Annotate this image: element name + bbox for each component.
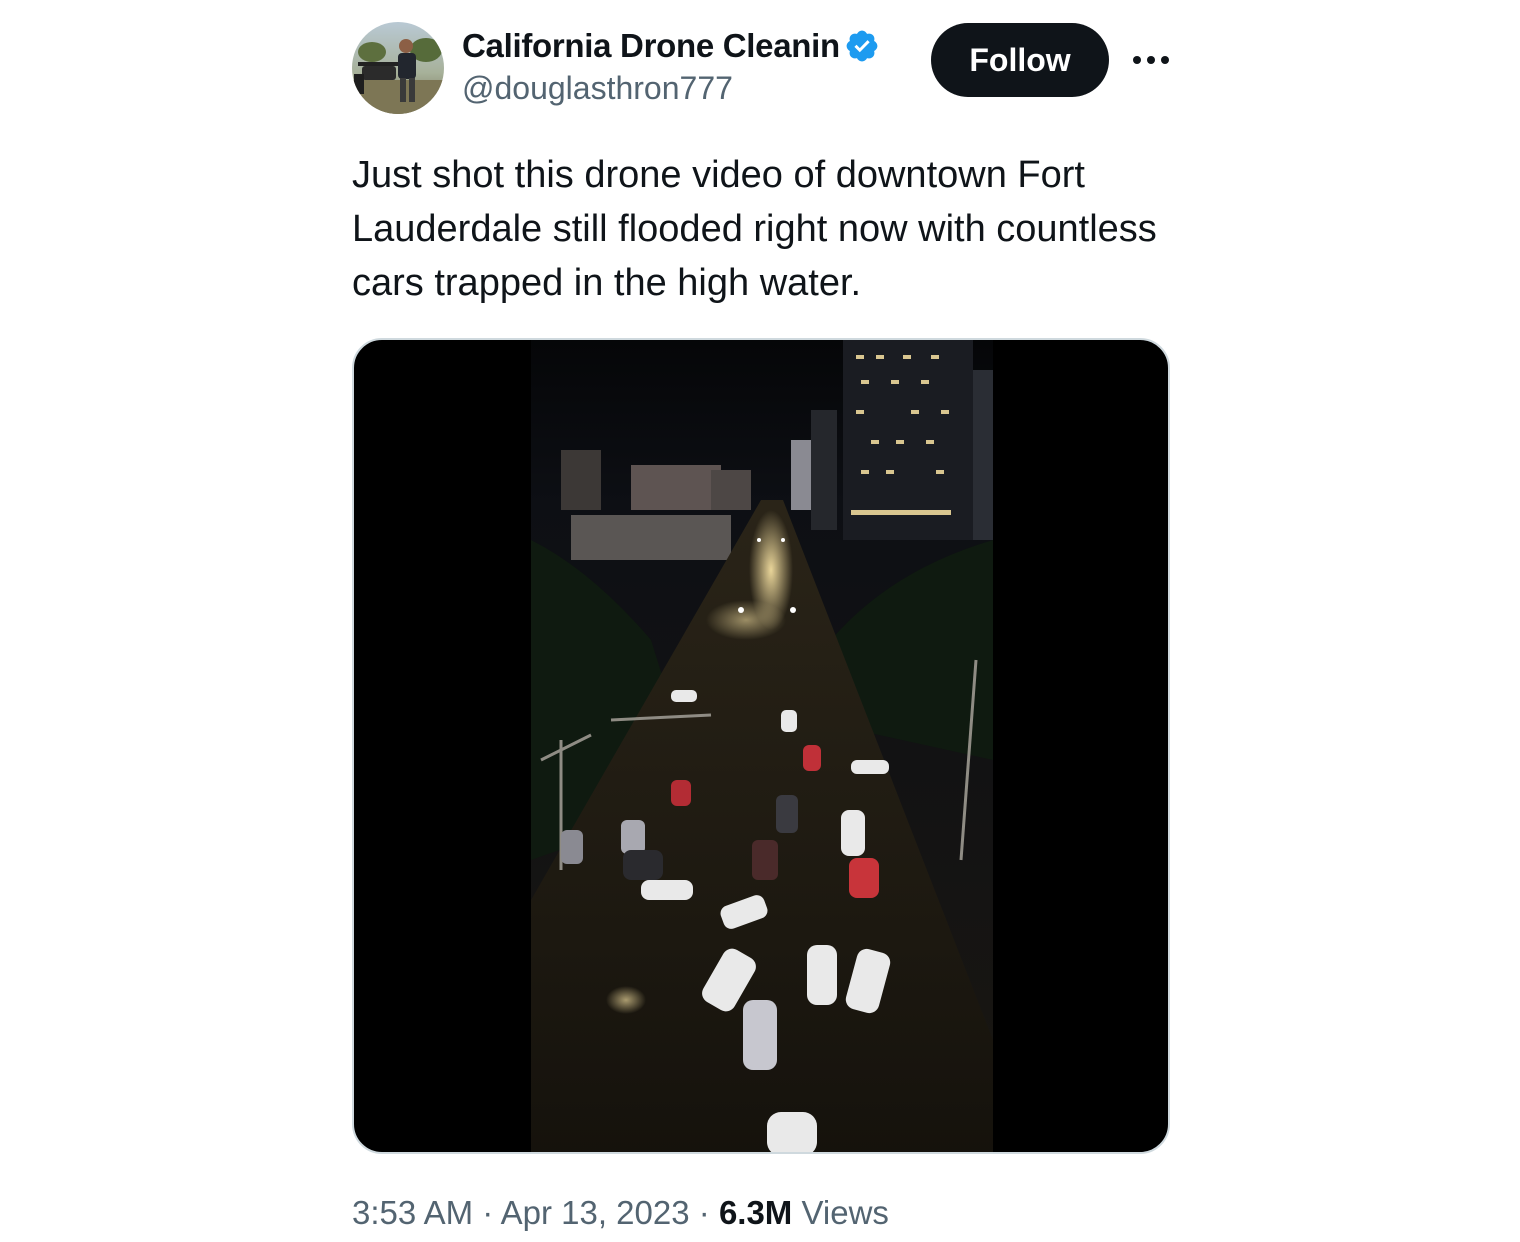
drone-pilot-avatar-icon <box>352 22 444 114</box>
tweet-text: Just shot this drone video of downtown F… <box>352 154 1157 304</box>
verified-badge-icon <box>846 30 878 62</box>
video-thumbnail <box>531 340 993 1152</box>
meta-separator: · <box>482 1194 494 1231</box>
avatar[interactable] <box>352 22 444 114</box>
tweet-media[interactable] <box>352 338 1170 1154</box>
views-count: 6.3M <box>718 1194 793 1231</box>
more-options-button[interactable] <box>1130 42 1172 78</box>
author-handle[interactable]: @douglasthron777 <box>462 70 880 107</box>
display-name-row: California Drone Cleanin <box>462 24 880 68</box>
tweet-time[interactable]: 3:53 AM <box>352 1194 473 1231</box>
tweet-header: California Drone Cleanin @douglasthron77… <box>352 22 1172 118</box>
views-label: Views <box>801 1194 889 1231</box>
tweet-card: California Drone Cleanin @douglasthron77… <box>352 22 1172 1231</box>
meta-separator-2: · <box>698 1194 710 1231</box>
author-names: California Drone Cleanin @douglasthron77… <box>462 24 880 107</box>
tweet-date[interactable]: Apr 13, 2023 <box>501 1194 690 1231</box>
follow-button[interactable]: Follow <box>931 23 1109 97</box>
display-name[interactable]: California Drone Cleanin <box>462 27 840 65</box>
tweet-meta: 3:53 AM · Apr 13, 2023 · 6.3M Views <box>352 1194 889 1232</box>
more-dots-icon <box>1133 56 1169 64</box>
